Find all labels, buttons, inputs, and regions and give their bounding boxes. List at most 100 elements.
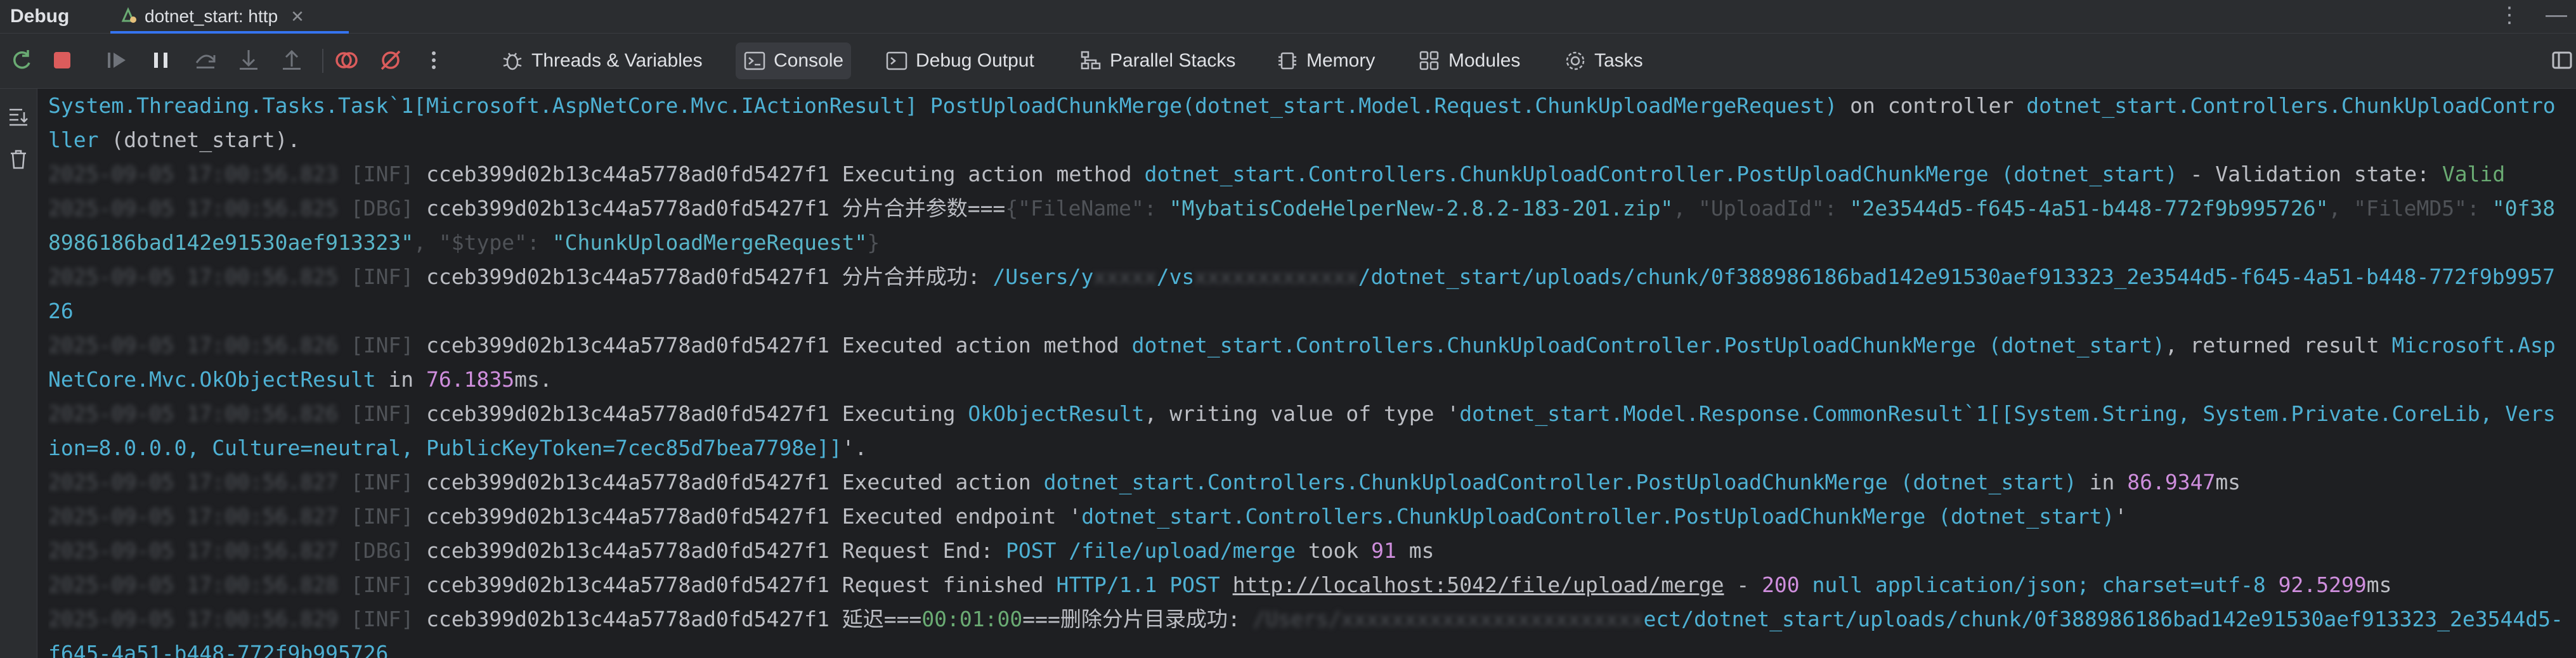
step-into-icon[interactable] (235, 46, 263, 74)
tab-dotnet-start-http[interactable]: dotnet_start: http ✕ (110, 0, 349, 34)
log-text: Executing (829, 401, 968, 426)
tab-tasks[interactable]: Tasks (1556, 42, 1651, 79)
log-line: 2025-09-05 17:00:56.825 [DBG] cceb399d02… (48, 191, 2565, 260)
log-text: - Validation state: (2177, 162, 2442, 186)
tab-memory[interactable]: Memory (1268, 42, 1382, 79)
gear-icon (1566, 51, 1585, 70)
log-text: in (2076, 470, 2128, 494)
log-json-key: , "UploadId": (1673, 196, 1850, 221)
log-timestamp: 2025-09-05 17:00:56.825 (48, 264, 338, 289)
clear-console-icon[interactable] (5, 146, 32, 172)
log-json-key: , "FileMD5": (2328, 196, 2492, 221)
scroll-to-end-icon[interactable] (5, 103, 32, 129)
log-trace-id: cceb399d02b13c44a5778ad0fd5427f1 (426, 196, 829, 221)
log-level: [INF] (350, 607, 414, 631)
log-line: 2025-09-05 17:00:56.827 [INF] cceb399d02… (48, 500, 2565, 534)
output-icon (886, 51, 907, 70)
rerun-icon[interactable] (8, 46, 36, 74)
tab-console[interactable]: Console (736, 42, 852, 79)
log-method: dotnet_start.Controllers.ChunkUploadCont… (1144, 162, 2178, 186)
title-bar: Debug dotnet_start: http ✕ ⋮ — (0, 0, 2576, 34)
log-timestamp: 2025-09-05 17:00:56.827 (48, 504, 338, 529)
log-path-redacted: xxxxxxxxxxxxx (1194, 264, 1358, 289)
log-line: 2025-09-05 17:00:56.827 [INF] cceb399d02… (48, 465, 2565, 500)
log-timestamp: 2025-09-05 17:00:56.828 (48, 572, 338, 597)
close-tab-icon[interactable]: ✕ (290, 7, 304, 27)
log-level: [DBG] (350, 196, 414, 221)
log-text: in (375, 367, 427, 392)
tool-window-title: Debug (10, 6, 70, 27)
log-url-link[interactable]: http://localhost:5042/file/upload/merge (1233, 572, 1724, 597)
log-line: 2025-09-05 17:00:56.825 [INF] cceb399d02… (48, 260, 2565, 328)
log-trace-id: cceb399d02b13c44a5778ad0fd5427f1 (426, 470, 829, 494)
log-line: 2025-09-05 17:00:56.826 [INF] cceb399d02… (48, 397, 2565, 465)
log-text: ' (2114, 504, 2128, 529)
log-line: 2025-09-05 17:00:56.823 [INF] cceb399d02… (48, 157, 2565, 191)
view-breakpoints-icon[interactable] (332, 46, 360, 74)
memory-icon (1278, 52, 1296, 70)
tab-debug-output-label: Debug Output (916, 50, 1034, 71)
minimize-icon[interactable]: — (2546, 3, 2567, 28)
log-level: [INF] (350, 333, 414, 358)
log-text: , returned result (2164, 333, 2392, 358)
log-result-type: OkObjectResult (968, 401, 1145, 426)
log-text: 延迟=== (829, 607, 922, 631)
log-endpoint: dotnet_start.Controllers.ChunkUploadCont… (1081, 504, 2115, 529)
log-method-signature: System.Threading.Tasks.Task`1[Microsoft.… (48, 93, 1838, 118)
log-method: dotnet_start.Controllers.ChunkUploadCont… (1043, 470, 2077, 494)
log-timestamp: 2025-09-05 17:00:56.825 (48, 196, 338, 221)
more-actions-icon[interactable] (420, 46, 448, 74)
log-text: Executing action method (829, 162, 1145, 186)
log-path: /Users/y (992, 264, 1094, 289)
log-level: [DBG] (350, 538, 414, 563)
log-text: ms (2366, 572, 2392, 597)
layout-settings-icon[interactable] (2548, 46, 2576, 74)
tab-parallel-stacks-label: Parallel Stacks (1110, 50, 1236, 71)
pause-icon[interactable] (147, 46, 175, 74)
log-json-value: "ChunkUploadMergeRequest" (552, 230, 868, 255)
tab-memory-label: Memory (1306, 50, 1376, 71)
log-timestamp: 2025-09-05 17:00:56.829 (48, 607, 338, 631)
log-path: /vs (1156, 264, 1195, 289)
log-text: ms (1396, 538, 1434, 563)
log-text: ms (2215, 470, 2241, 494)
console-output[interactable]: System.Threading.Tasks.Task`1[Microsoft.… (48, 89, 2565, 658)
log-json-value: "2e3544d5-f645-4a51-b448-772f9b995726" (1849, 196, 2329, 221)
mute-breakpoints-icon[interactable] (377, 46, 405, 74)
log-duration: 76.1835 (426, 367, 515, 392)
log-duration: 92.5299 (2278, 572, 2367, 597)
more-options-icon[interactable]: ⋮ (2499, 3, 2520, 28)
tab-modules[interactable]: Modules (1410, 42, 1528, 79)
log-method: dotnet_start.Controllers.ChunkUploadCont… (1131, 333, 2165, 358)
tab-parallel-stacks[interactable]: Parallel Stacks (1072, 42, 1243, 79)
log-text: '. (842, 435, 868, 460)
log-line: 2025-09-05 17:00:56.829 [INF] cceb399d02… (48, 602, 2565, 658)
log-timestamp: 2025-09-05 17:00:56.823 (48, 162, 338, 186)
log-level: [INF] (350, 572, 414, 597)
tab-modules-label: Modules (1448, 50, 1521, 71)
log-line: 2025-09-05 17:00:56.827 [DBG] cceb399d02… (48, 534, 2565, 568)
toolbar-divider (322, 49, 323, 73)
tab-debug-output[interactable]: Debug Output (878, 42, 1042, 79)
log-timestamp: 2025-09-05 17:00:56.827 (48, 538, 338, 563)
log-text: 分片合并参数=== (829, 196, 1006, 221)
log-path-redacted: xxxxx (1093, 264, 1157, 289)
debug-config-icon (119, 6, 138, 28)
debug-toolbar: Threads & Variables Console Debug Output… (0, 34, 2576, 89)
log-text: 分片合并成功: (829, 264, 993, 289)
log-trace-id: cceb399d02b13c44a5778ad0fd5427f1 (426, 572, 829, 597)
log-level: [INF] (350, 504, 414, 529)
log-timestamp: 2025-09-05 17:00:56.826 (48, 333, 338, 358)
step-out-icon[interactable] (278, 46, 306, 74)
stop-icon[interactable] (48, 46, 76, 74)
log-timestamp: 2025-09-05 17:00:56.827 (48, 470, 338, 494)
log-trace-id: cceb399d02b13c44a5778ad0fd5427f1 (426, 504, 829, 529)
step-over-icon[interactable] (192, 46, 219, 74)
log-level: [INF] (350, 162, 414, 186)
log-text: Executed endpoint ' (829, 504, 1082, 529)
tab-threads-variables[interactable]: Threads & Variables (493, 42, 710, 79)
tab-label: dotnet_start: http (145, 6, 278, 26)
resume-icon[interactable] (103, 46, 131, 74)
log-line: 2025-09-05 17:00:56.828 [INF] cceb399d02… (48, 568, 2565, 602)
log-trace-id: cceb399d02b13c44a5778ad0fd5427f1 (426, 607, 829, 631)
